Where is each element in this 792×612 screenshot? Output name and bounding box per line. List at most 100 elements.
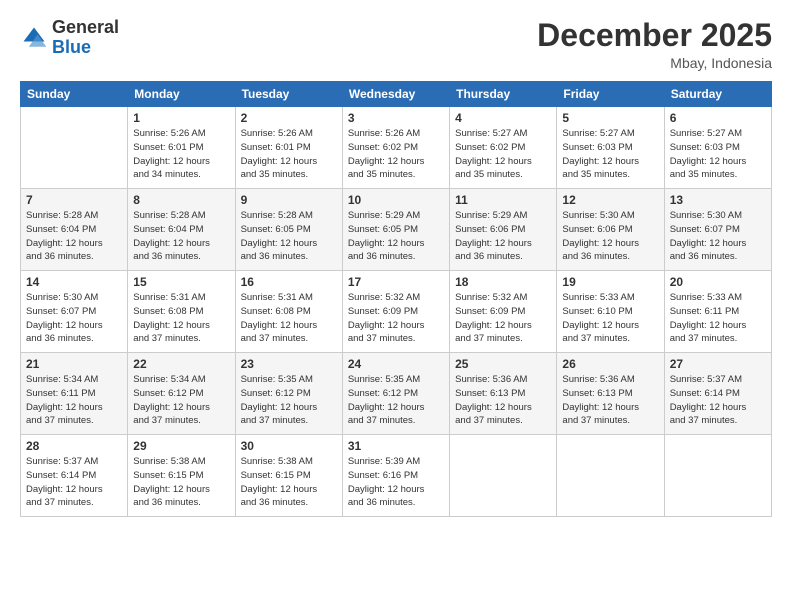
calendar-week-row: 14 Sunrise: 5:30 AMSunset: 6:07 PMDayligh… <box>21 271 772 353</box>
day-number: 24 <box>348 357 444 371</box>
day-info: Sunrise: 5:37 AMSunset: 6:14 PMDaylight:… <box>26 455 122 510</box>
day-number: 30 <box>241 439 337 453</box>
day-info: Sunrise: 5:26 AMSunset: 6:01 PMDaylight:… <box>241 127 337 182</box>
calendar-cell: 19Sunrise: 5:33 AMSunset: 6:10 PMDayligh… <box>557 271 664 353</box>
day-number: 8 <box>133 193 229 207</box>
page: General Blue December 2025 Mbay, Indones… <box>0 0 792 612</box>
calendar-cell: 23 Sunrise: 5:35 AMSunset: 6:12 PMDayligh… <box>235 353 342 435</box>
calendar-cell: 13 Sunrise: 5:30 AMSunset: 6:07 PMDayligh… <box>664 189 771 271</box>
day-info: Sunrise: 5:28 AMSunset: 6:05 PMDaylight:… <box>241 209 337 264</box>
day-info: Sunrise: 5:32 AMSunset: 6:09 PMDaylight:… <box>455 291 551 346</box>
day-info: Sunrise: 5:27 AMSunset: 6:02 PMDaylight:… <box>455 127 551 182</box>
day-info: Sunrise: 5:30 AMSunset: 6:07 PMDaylight:… <box>670 209 766 264</box>
calendar-cell: 17 Sunrise: 5:32 AMSunset: 6:09 PMDayligh… <box>342 271 449 353</box>
day-info: Sunrise: 5:39 AMSunset: 6:16 PMDaylight:… <box>348 455 444 510</box>
day-number: 16 <box>241 275 337 289</box>
day-number: 11 <box>455 193 551 207</box>
day-info: Sunrise: 5:28 AMSunset: 6:04 PMDaylight:… <box>133 209 229 264</box>
day-info: Sunrise: 5:31 AMSunset: 6:08 PMDaylight:… <box>241 291 337 346</box>
day-info: Sunrise: 5:26 AMSunset: 6:02 PMDaylight:… <box>348 127 444 182</box>
calendar-header-thursday: Thursday <box>450 82 557 107</box>
calendar-cell: 22 Sunrise: 5:34 AMSunset: 6:12 PMDayligh… <box>128 353 235 435</box>
calendar-cell: 16 Sunrise: 5:31 AMSunset: 6:08 PMDayligh… <box>235 271 342 353</box>
logo-icon <box>20 24 48 52</box>
calendar-week-row: 1 Sunrise: 5:26 AMSunset: 6:01 PMDaylight… <box>21 107 772 189</box>
calendar-cell: 7 Sunrise: 5:28 AMSunset: 6:04 PMDaylight… <box>21 189 128 271</box>
calendar-cell: 11 Sunrise: 5:29 AMSunset: 6:06 PMDayligh… <box>450 189 557 271</box>
calendar-cell: 20 Sunrise: 5:33 AMSunset: 6:11 PMDayligh… <box>664 271 771 353</box>
day-number: 9 <box>241 193 337 207</box>
logo-text: General Blue <box>52 18 119 58</box>
calendar-cell: 10Sunrise: 5:29 AMSunset: 6:05 PMDayligh… <box>342 189 449 271</box>
day-number: 20 <box>670 275 766 289</box>
calendar-header-friday: Friday <box>557 82 664 107</box>
title-block: December 2025 Mbay, Indonesia <box>537 18 772 71</box>
day-info: Sunrise: 5:33 AMSunset: 6:11 PMDaylight:… <box>670 291 766 346</box>
calendar-cell: 30Sunrise: 5:38 AMSunset: 6:15 PMDayligh… <box>235 435 342 517</box>
calendar-week-row: 21 Sunrise: 5:34 AMSunset: 6:11 PMDayligh… <box>21 353 772 435</box>
day-number: 12 <box>562 193 658 207</box>
day-number: 13 <box>670 193 766 207</box>
day-number: 7 <box>26 193 122 207</box>
calendar-cell: 26 Sunrise: 5:36 AMSunset: 6:13 PMDayligh… <box>557 353 664 435</box>
day-number: 26 <box>562 357 658 371</box>
day-info: Sunrise: 5:30 AMSunset: 6:06 PMDaylight:… <box>562 209 658 264</box>
month-title: December 2025 <box>537 18 772 53</box>
day-info: Sunrise: 5:32 AMSunset: 6:09 PMDaylight:… <box>348 291 444 346</box>
day-number: 22 <box>133 357 229 371</box>
day-info: Sunrise: 5:35 AMSunset: 6:12 PMDaylight:… <box>348 373 444 428</box>
day-info: Sunrise: 5:36 AMSunset: 6:13 PMDaylight:… <box>562 373 658 428</box>
day-number: 17 <box>348 275 444 289</box>
calendar-cell: 28 Sunrise: 5:37 AMSunset: 6:14 PMDayligh… <box>21 435 128 517</box>
day-number: 23 <box>241 357 337 371</box>
day-number: 18 <box>455 275 551 289</box>
day-info: Sunrise: 5:29 AMSunset: 6:06 PMDaylight:… <box>455 209 551 264</box>
day-number: 6 <box>670 111 766 125</box>
calendar-cell: 25Sunrise: 5:36 AMSunset: 6:13 PMDayligh… <box>450 353 557 435</box>
calendar-header-monday: Monday <box>128 82 235 107</box>
location: Mbay, Indonesia <box>537 55 772 71</box>
header: General Blue December 2025 Mbay, Indones… <box>20 18 772 71</box>
day-info: Sunrise: 5:30 AMSunset: 6:07 PMDaylight:… <box>26 291 122 346</box>
day-info: Sunrise: 5:34 AMSunset: 6:12 PMDaylight:… <box>133 373 229 428</box>
calendar-cell: 18 Sunrise: 5:32 AMSunset: 6:09 PMDayligh… <box>450 271 557 353</box>
day-number: 10 <box>348 193 444 207</box>
day-info: Sunrise: 5:26 AMSunset: 6:01 PMDaylight:… <box>133 127 229 182</box>
day-number: 14 <box>26 275 122 289</box>
day-number: 3 <box>348 111 444 125</box>
calendar-cell: 27Sunrise: 5:37 AMSunset: 6:14 PMDayligh… <box>664 353 771 435</box>
calendar-cell: 1 Sunrise: 5:26 AMSunset: 6:01 PMDaylight… <box>128 107 235 189</box>
day-info: Sunrise: 5:28 AMSunset: 6:04 PMDaylight:… <box>26 209 122 264</box>
logo: General Blue <box>20 18 119 58</box>
day-info: Sunrise: 5:34 AMSunset: 6:11 PMDaylight:… <box>26 373 122 428</box>
calendar-cell: 8 Sunrise: 5:28 AMSunset: 6:04 PMDaylight… <box>128 189 235 271</box>
calendar-table: SundayMondayTuesdayWednesdayThursdayFrid… <box>20 81 772 517</box>
calendar-cell: 12 Sunrise: 5:30 AMSunset: 6:06 PMDayligh… <box>557 189 664 271</box>
day-number: 27 <box>670 357 766 371</box>
day-number: 21 <box>26 357 122 371</box>
calendar-header-sunday: Sunday <box>21 82 128 107</box>
calendar-week-row: 28 Sunrise: 5:37 AMSunset: 6:14 PMDayligh… <box>21 435 772 517</box>
calendar-cell: 3 Sunrise: 5:26 AMSunset: 6:02 PMDaylight… <box>342 107 449 189</box>
calendar-cell: 6Sunrise: 5:27 AMSunset: 6:03 PMDaylight… <box>664 107 771 189</box>
calendar-cell: 15Sunrise: 5:31 AMSunset: 6:08 PMDayligh… <box>128 271 235 353</box>
day-number: 15 <box>133 275 229 289</box>
day-number: 5 <box>562 111 658 125</box>
calendar-cell: 21 Sunrise: 5:34 AMSunset: 6:11 PMDayligh… <box>21 353 128 435</box>
day-info: Sunrise: 5:35 AMSunset: 6:12 PMDaylight:… <box>241 373 337 428</box>
day-number: 1 <box>133 111 229 125</box>
day-number: 28 <box>26 439 122 453</box>
calendar-cell: 2Sunrise: 5:26 AMSunset: 6:01 PMDaylight… <box>235 107 342 189</box>
calendar-cell: 14 Sunrise: 5:30 AMSunset: 6:07 PMDayligh… <box>21 271 128 353</box>
calendar-cell: 5Sunrise: 5:27 AMSunset: 6:03 PMDaylight… <box>557 107 664 189</box>
calendar-cell: 9 Sunrise: 5:28 AMSunset: 6:05 PMDaylight… <box>235 189 342 271</box>
calendar-header-wednesday: Wednesday <box>342 82 449 107</box>
calendar-cell: 24 Sunrise: 5:35 AMSunset: 6:12 PMDayligh… <box>342 353 449 435</box>
calendar-cell <box>21 107 128 189</box>
calendar-cell <box>450 435 557 517</box>
calendar-cell <box>557 435 664 517</box>
calendar-cell: 29Sunrise: 5:38 AMSunset: 6:15 PMDayligh… <box>128 435 235 517</box>
calendar-cell: 31Sunrise: 5:39 AMSunset: 6:16 PMDayligh… <box>342 435 449 517</box>
calendar-cell: 4Sunrise: 5:27 AMSunset: 6:02 PMDaylight… <box>450 107 557 189</box>
day-info: Sunrise: 5:36 AMSunset: 6:13 PMDaylight:… <box>455 373 551 428</box>
